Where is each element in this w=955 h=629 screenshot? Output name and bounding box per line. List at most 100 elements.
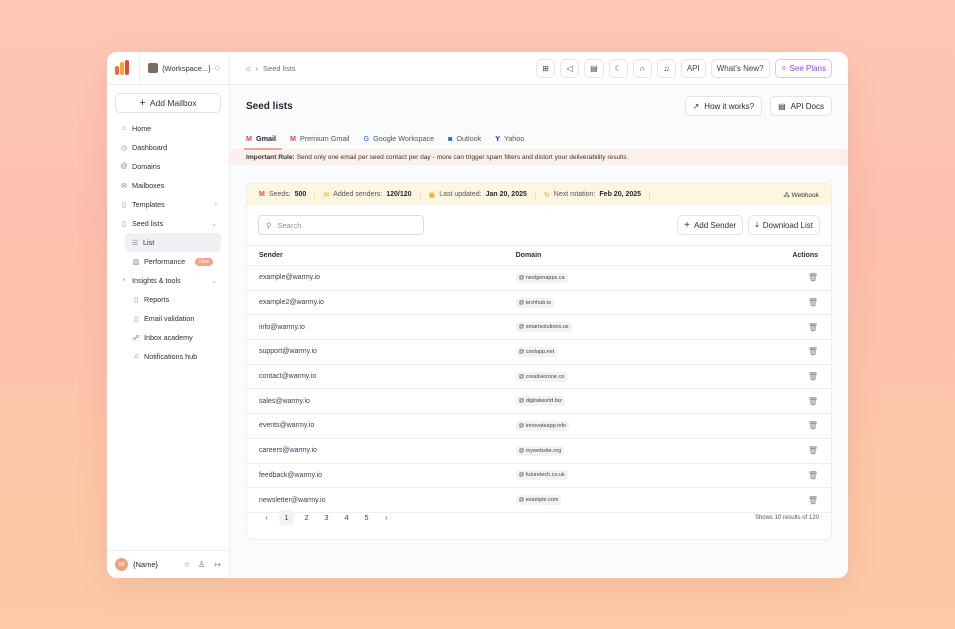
document-icon[interactable]: ▤ xyxy=(584,58,604,78)
trash-icon[interactable]: 🗑︎ xyxy=(808,273,818,282)
page-5-button[interactable]: 5 xyxy=(359,510,374,525)
sender-cell: events@warmy.io xyxy=(247,413,516,439)
new-badge: New xyxy=(195,257,214,266)
file-icon: ▯ xyxy=(122,201,126,209)
at-icon: @ xyxy=(518,497,526,504)
domain-text: creativezone.co xyxy=(525,373,565,380)
at-icon: @ xyxy=(518,398,526,405)
home-icon[interactable]: ⌂ xyxy=(246,64,251,73)
add-sender-button[interactable]: + Add Sender xyxy=(677,215,744,235)
sender-cell: feedback@warmy.io xyxy=(247,463,516,489)
api-docs-button[interactable]: ▤ API Docs xyxy=(770,96,832,116)
see-plans-button[interactable]: ✧ See Plans xyxy=(774,58,832,78)
domain-cell: @ coolapp.net xyxy=(515,339,703,365)
chevron-right-icon[interactable]: › xyxy=(379,510,394,525)
table-row: example@warmy.io @ nextgenapps.ca 🗑︎ xyxy=(247,265,831,291)
sidebar-item-notifications-hub[interactable]: ♫ Notifications hub xyxy=(107,347,229,366)
webhook-icon: ⁂ xyxy=(783,191,790,199)
logout-icon[interactable]: ↦ xyxy=(214,560,221,569)
table-header-row: Sender Domain Actions xyxy=(247,245,831,266)
avatar[interactable]: W xyxy=(115,558,128,571)
sidebar-item-label: Dashboard xyxy=(132,143,168,152)
page-1-button[interactable]: 1 xyxy=(279,510,294,525)
at-icon: @ xyxy=(518,447,526,454)
gift-icon[interactable]: ⊞ xyxy=(536,58,556,78)
sender-cell: example2@warmy.io xyxy=(247,290,516,316)
page-body: Seed lists ↗ How it works? ▤ API Docs M Gma… xyxy=(230,85,848,540)
trash-icon[interactable]: 🗑︎ xyxy=(808,372,818,381)
megaphone-icon[interactable]: ◁ xyxy=(560,58,580,78)
domain-cell: @ mywebsite.org xyxy=(515,438,703,464)
trash-icon[interactable]: 🗑︎ xyxy=(808,397,818,406)
sidebar-item-performance[interactable]: ▥ Performance New xyxy=(107,252,229,271)
webhook-label: Webhook xyxy=(791,191,819,199)
page-4-button[interactable]: 4 xyxy=(339,510,354,525)
sidebar-item-insights[interactable]: ♀ Insights & tools ⌄ xyxy=(107,271,229,290)
sidebar-item-dashboard[interactable]: ◷ Dashboard xyxy=(107,138,229,157)
trash-icon[interactable]: 🗑︎ xyxy=(808,323,818,332)
trash-icon[interactable]: 🗑︎ xyxy=(808,421,818,430)
tab-outlook[interactable]: ◙ Outlook xyxy=(448,127,481,149)
tab-google-workspace[interactable]: G Google Workspace xyxy=(364,127,435,149)
sidebar-item-inbox-academy[interactable]: ☍ Inbox academy xyxy=(107,328,229,347)
page-2-button[interactable]: 2 xyxy=(299,510,314,525)
sidebar-item-reports[interactable]: ▯ Reports xyxy=(107,290,229,309)
dashboard-icon: ◷ xyxy=(120,144,128,152)
download-icon: ⤓ xyxy=(755,220,759,229)
provider-tabs: M Gmail M Premium Gmail G Google Workspace … xyxy=(244,127,832,150)
actions-cell: 🗑︎ xyxy=(702,339,831,365)
sidebar-item-label: Inbox academy xyxy=(144,333,193,342)
next-rotation-stat: ↻ Next rotation: Feb 20, 2025 xyxy=(544,190,651,199)
yahoo-icon: Y xyxy=(495,133,501,143)
bell-icon[interactable]: ♫ xyxy=(656,58,676,78)
sidebar-item-domains[interactable]: @ Domains xyxy=(107,157,229,176)
workspace-name: {Workspace...} xyxy=(162,63,211,73)
trash-icon[interactable]: 🗑︎ xyxy=(808,496,818,505)
table-row: events@warmy.io @ innovateapp.info 🗑︎ xyxy=(247,413,831,439)
actions-cell: 🗑︎ xyxy=(702,290,831,316)
domain-chip: @ digitalworld.biz xyxy=(515,396,565,407)
api-button[interactable]: API xyxy=(680,58,706,78)
sidebar-item-email-validation[interactable]: ▯ Email validation xyxy=(107,309,229,328)
domain-chip: @ example.com xyxy=(515,495,562,506)
page-3-button[interactable]: 3 xyxy=(319,510,334,525)
whats-new-button[interactable]: What's New? xyxy=(710,58,770,78)
tab-gmail[interactable]: M Gmail xyxy=(244,127,282,150)
file-icon: ▯ xyxy=(134,315,138,323)
chevron-left-icon[interactable]: ‹ xyxy=(259,510,274,525)
sidebar-item-list[interactable]: ☰ List xyxy=(125,233,221,252)
stat-value: 500 xyxy=(294,191,307,198)
tab-yahoo[interactable]: Y Yahoo xyxy=(495,127,524,149)
webhook-link[interactable]: ⁂ Webhook xyxy=(783,191,819,199)
chat-icon[interactable]: ○ xyxy=(184,560,189,569)
moon-icon[interactable]: ☾ xyxy=(608,58,628,78)
trash-icon[interactable]: 🗑︎ xyxy=(808,298,818,307)
tab-premium-gmail[interactable]: M Premium Gmail xyxy=(290,127,350,149)
rule-text: Send only one email per seed contact per… xyxy=(294,153,627,161)
plus-icon: + xyxy=(684,219,690,231)
sidebar-item-mailboxes[interactable]: ✉ Mailboxes xyxy=(107,176,229,195)
trash-icon[interactable]: 🗑︎ xyxy=(808,347,818,356)
home-icon: ⌂ xyxy=(121,125,127,132)
search-input[interactable]: ⚲ Search xyxy=(258,215,424,235)
sidebar-item-home[interactable]: ⌂ Home xyxy=(107,119,229,138)
at-icon: @ xyxy=(518,422,526,429)
file-icon: ▯ xyxy=(134,296,138,304)
sender-cell: contact@warmy.io xyxy=(247,364,516,390)
trash-icon[interactable]: 🗑︎ xyxy=(808,446,818,455)
how-it-works-button[interactable]: ↗ How it works? xyxy=(684,96,763,116)
sidebar-item-label: Reports xyxy=(144,295,170,304)
sidebar-item-templates[interactable]: ▯ Templates › xyxy=(107,195,229,214)
download-list-button[interactable]: ⤓ Download List xyxy=(748,215,820,235)
trash-icon[interactable]: 🗑︎ xyxy=(808,471,818,480)
at-icon: @ xyxy=(518,299,526,306)
important-rule-banner: Important Rule: Send only one email per … xyxy=(230,149,848,165)
academy-icon: ☍ xyxy=(132,334,140,342)
headset-icon[interactable]: ∩ xyxy=(632,58,652,78)
sidebar-item-seed-lists[interactable]: ▯ Seed lists ⌄ xyxy=(107,214,229,233)
user-icon[interactable]: ♙ xyxy=(198,560,205,569)
at-icon: @ xyxy=(518,472,526,479)
workspace-switcher[interactable]: {Workspace...} ◇ xyxy=(139,52,220,85)
add-mailbox-button[interactable]: + Add Mailbox xyxy=(115,93,221,113)
list-icon: ☰ xyxy=(131,239,139,247)
